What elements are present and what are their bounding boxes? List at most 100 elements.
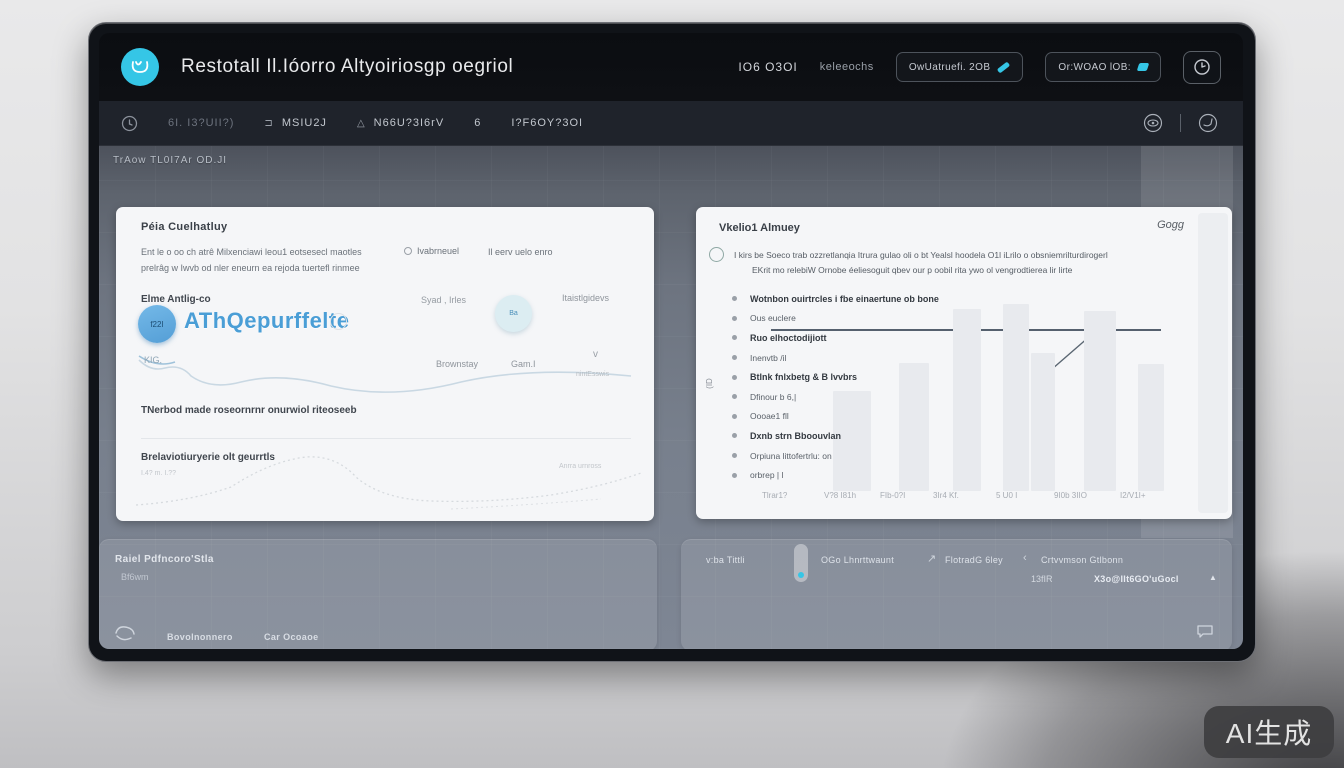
metric-label: Elme Antlig-co xyxy=(141,294,211,305)
legend-item-5[interactable]: Dfinour b 6,| xyxy=(732,387,939,407)
nav-right-group xyxy=(1140,110,1221,136)
status-value-left: 13fIR xyxy=(1031,574,1053,584)
legend-bullet-icon xyxy=(732,394,737,399)
chevron-down-icon[interactable]: v xyxy=(593,349,598,360)
ghost-circle xyxy=(330,313,347,330)
nav-item-1[interactable]: ⊐ MSIU2J xyxy=(264,117,327,129)
header-meta-secondary: keleeochs xyxy=(820,61,874,73)
content-area: TrAow TL0I7Ar OD.JI Péia Cuelhatluy Ent … xyxy=(99,146,1243,649)
legend-label: orbrep | l xyxy=(750,470,783,480)
nav-item-label: N66U?3I6rV xyxy=(374,117,445,129)
nav-item-3[interactable]: 6 xyxy=(474,117,481,129)
legend-item-7[interactable]: Dxnb strn Bboouvlan xyxy=(732,426,939,446)
app-header: Restotall Il.Ióorro Altyoiriosgp oegriol… xyxy=(99,33,1243,101)
caret-up-icon[interactable]: ▲ xyxy=(1209,573,1217,582)
smile-logo-icon xyxy=(129,58,151,76)
comment-box-icon[interactable] xyxy=(1196,624,1214,639)
nav-items: 6I. I3?UII?) ⊐ MSIU2J △N66U?3I6rV 6 I?F6OY?3O… xyxy=(168,117,583,129)
header-right-group: IO6 O3OI keleeochs OwUatruefi. 2OB Or:WO… xyxy=(738,51,1221,84)
metric-headline: AThQepurffelte xyxy=(184,308,349,334)
x-axis-label-1: V?8 I81h xyxy=(824,491,856,500)
legend-bullet-icon xyxy=(732,453,737,458)
nav-item-0[interactable]: 6I. I3?UII?) xyxy=(168,117,234,129)
app-window: Restotall Il.Ióorro Altyoiriosgp oegriol… xyxy=(99,33,1243,649)
left-panel-description-line2: prelrâg w Iwvb od nler eneurn ea rejoda … xyxy=(141,263,360,273)
visibility-button[interactable] xyxy=(1140,110,1166,136)
legend-label: Dfinour b 6,| xyxy=(750,392,796,402)
nav-item-glyph: ⊐ xyxy=(264,118,273,129)
nav-item-label: MSIU2J xyxy=(282,117,327,129)
legend-item-6[interactable]: Oooae1 fll xyxy=(732,407,939,427)
legend-bullet-icon xyxy=(732,433,737,438)
x-axis-label-2: FIb-0?I xyxy=(880,491,905,500)
axis-label-2: Gam.I xyxy=(511,359,536,369)
legend-label: Ruo elhoctodijiott xyxy=(750,333,827,343)
option2-label[interactable]: Il eerv uelo enro xyxy=(488,247,553,257)
legend-item-8[interactable]: Orpiuna littofertrlu: on xyxy=(732,446,939,466)
sparkline-chart xyxy=(131,342,641,402)
header-meta-primary: IO6 O3OI xyxy=(738,60,797,74)
clock-icon[interactable] xyxy=(121,115,138,132)
legend-item-1[interactable]: Ous euclere xyxy=(732,309,939,329)
nav-item-4[interactable]: I?F6OY?3OI xyxy=(511,117,583,129)
legend-item-9[interactable]: orbrep | l xyxy=(732,465,939,485)
primary-action-label: OwUatruefi. 2OB xyxy=(909,62,991,73)
x-axis-label-4: 5 U0 I xyxy=(996,491,1017,500)
legend-bullet-icon xyxy=(732,473,737,478)
power-icon xyxy=(1193,58,1211,76)
bottom-left-footer-label2[interactable]: Car Ocoaoe xyxy=(264,632,319,642)
nav-divider xyxy=(1180,114,1181,132)
app-logo[interactable] xyxy=(121,48,159,86)
legend-label: Ous euclere xyxy=(750,313,796,323)
legend-list: Wotnbon ouirtrcles i fbe einaertune ob b… xyxy=(732,289,939,485)
dotted-trend-chart xyxy=(131,443,646,515)
left-panel-title: Péia Cuelhatluy xyxy=(141,221,227,233)
radio-label: Ivabrneuel xyxy=(417,246,459,256)
status-item-1: v:ba Tittli xyxy=(706,555,745,565)
nav-item-2[interactable]: △N66U?3I6rV xyxy=(357,117,444,129)
nav-bar: 6I. I3?UII?) ⊐ MSIU2J △N66U?3I6rV 6 I?F6OY?3O… xyxy=(99,101,1243,146)
left-panel: Péia Cuelhatluy Ent le o oo ch atrê Milx… xyxy=(116,207,654,521)
axis-label-1: Brownstay xyxy=(436,359,478,369)
x-axis-label-3: 3Ir4 Kf. xyxy=(933,491,959,500)
legend-bullet-icon xyxy=(732,335,737,340)
legend-bullet-icon xyxy=(732,375,737,380)
toggle-slider[interactable] xyxy=(794,544,808,582)
hand-cursor-icon xyxy=(1197,112,1219,134)
chart-bar-4 xyxy=(1031,353,1055,491)
gauge-badge[interactable]: Ba xyxy=(495,295,532,332)
right-panel-title: Vkelio1 Almuey xyxy=(719,222,800,234)
nav-item-label: 6I. I3?UII?) xyxy=(168,117,234,129)
radio-icon xyxy=(404,247,412,255)
status-item-4: Crtvvmson Gtlbonn xyxy=(1041,555,1123,565)
avatar[interactable]: f22I xyxy=(138,305,176,343)
status-value-right: X3o@IIt6GO'uGocl xyxy=(1094,574,1179,584)
secondary-action-button[interactable]: Or:WOAO lOB: xyxy=(1045,52,1161,82)
axis-tiny-label: nintEsswis xyxy=(576,371,609,378)
bottom-left-footer-label[interactable]: Bovolnonnero xyxy=(167,632,233,642)
power-button[interactable] xyxy=(1183,51,1221,84)
x-axis-label-5: 9I0b 3IIO xyxy=(1054,491,1087,500)
legend-label: Wotnbon ouirtrcles i fbe einaertune ob b… xyxy=(750,294,939,304)
gauge-text: Ba xyxy=(509,310,518,317)
legend-item-4[interactable]: Btlnk fnlxbetg & B lvvbrs xyxy=(732,367,939,387)
chart-bar-2 xyxy=(953,309,981,491)
status-item-3: FlotradG 6ley xyxy=(945,555,1003,565)
legend-bullet-icon xyxy=(732,355,737,360)
legend-item-3[interactable]: Inenvtb /il xyxy=(732,348,939,368)
bottom-left-panel: Raiel Pdfncoro'Stla Bf6wm Bovolnonnero C… xyxy=(99,539,657,649)
breadcrumb: TrAow TL0I7Ar OD.JI xyxy=(113,155,227,166)
divider xyxy=(141,438,631,439)
hand-icon[interactable] xyxy=(113,623,139,645)
chevron-left-icon: ‹ xyxy=(1023,552,1027,564)
nav-item-label: I?F6OY?3OI xyxy=(511,117,583,129)
y-axis-label: (ID xyxy=(705,378,714,389)
radio-option[interactable]: Ivabrneuel xyxy=(404,246,459,256)
toggle-dot xyxy=(798,572,804,578)
primary-action-button[interactable]: OwUatruefi. 2OB xyxy=(896,52,1024,82)
right-panel-corner-label: Gogg xyxy=(1157,219,1184,231)
legend-item-0[interactable]: Wotnbon ouirtrcles i fbe einaertune ob b… xyxy=(732,289,939,309)
gesture-button[interactable] xyxy=(1195,110,1221,136)
legend-item-2[interactable]: Ruo elhoctodijiott xyxy=(732,328,939,348)
chart-bar-6 xyxy=(1138,364,1164,491)
